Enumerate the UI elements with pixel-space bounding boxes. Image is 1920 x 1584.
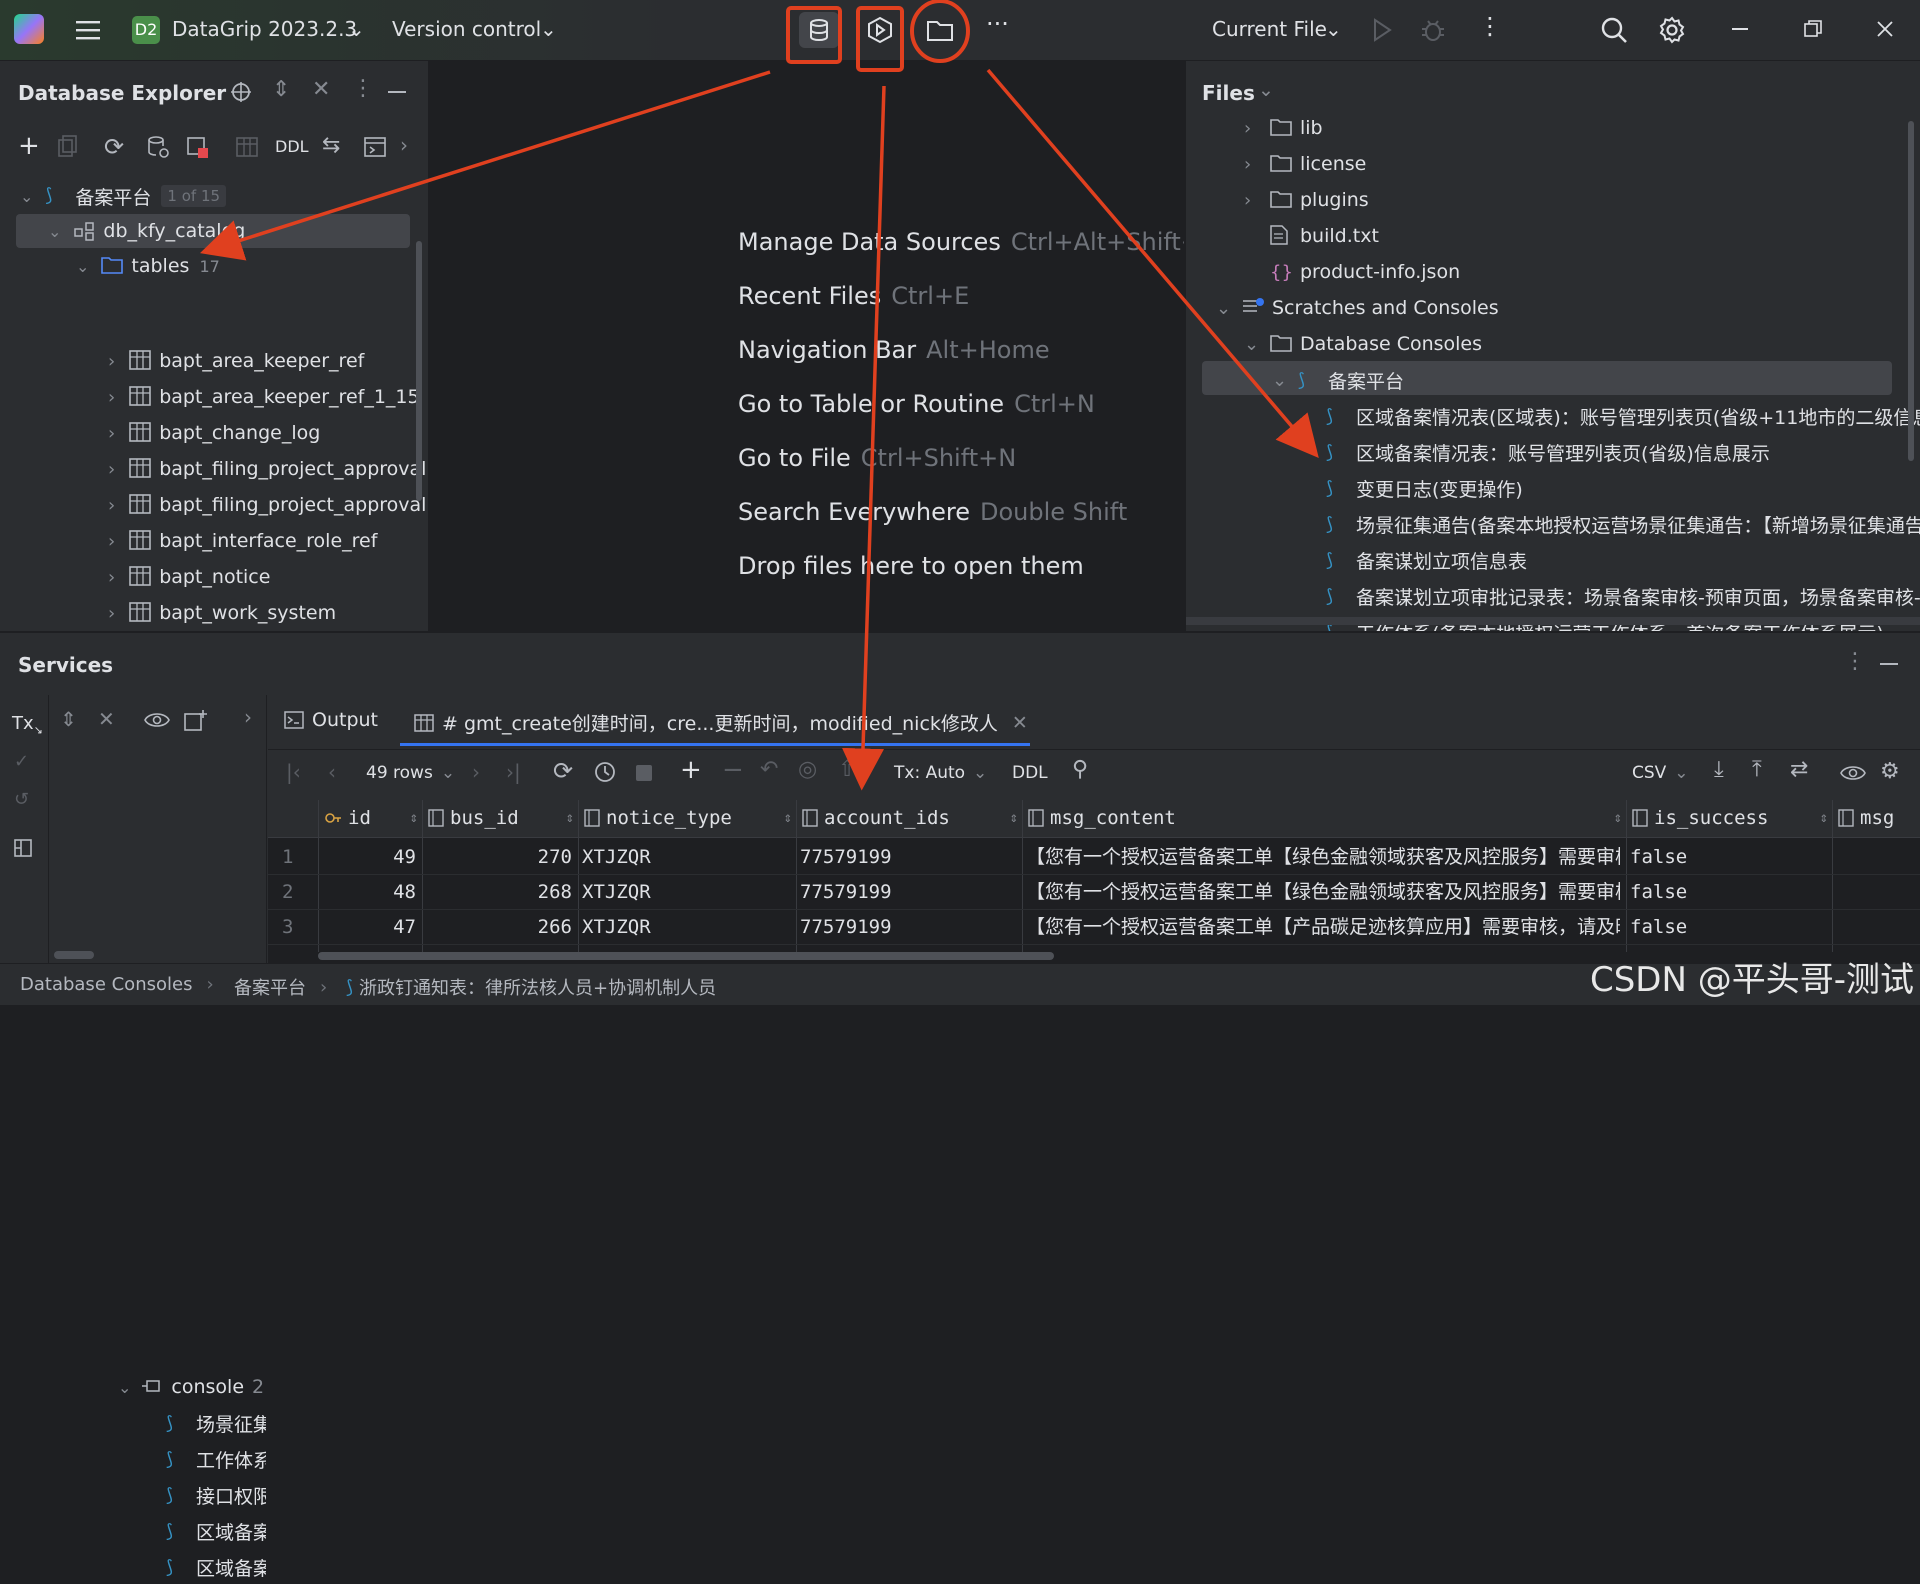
services-tree-item[interactable]: ⟆ 工作体系 bbox=[166, 1442, 266, 1476]
services-tree-label: 接口权限 bbox=[196, 1485, 266, 1508]
annotation-circle-files bbox=[910, 0, 970, 63]
services-tree-item[interactable]: ⟆ 接口权限 bbox=[166, 1478, 266, 1512]
mysql-dolphin-icon: ⟆ bbox=[166, 1485, 174, 1506]
console-session-icon bbox=[141, 1376, 163, 1398]
services-tree-item[interactable]: ⌄ console 2 bbox=[118, 1370, 264, 1404]
annotation-arrow-to-schema bbox=[199, 70, 771, 261]
annotation-arrow-to-files bbox=[986, 68, 1319, 458]
chevron-down-icon[interactable]: ⌄ bbox=[118, 1378, 131, 1397]
services-tree-label: 场景征集 bbox=[196, 1413, 266, 1436]
services-tree-label: 工作体系 bbox=[196, 1449, 266, 1472]
annotation-box-services bbox=[856, 6, 904, 72]
mysql-dolphin-icon: ⟆ bbox=[166, 1449, 174, 1470]
services-tree-item[interactable]: ⟆ 区域备案 bbox=[166, 1550, 266, 1584]
services-tree-item[interactable]: ⟆ 区域备案 bbox=[166, 1514, 266, 1548]
annotation-overlay bbox=[199, 0, 1319, 791]
mysql-dolphin-icon: ⟆ bbox=[166, 1413, 174, 1434]
console-label: console bbox=[171, 1376, 245, 1398]
services-tree-item[interactable]: ⟆ 场景征集 bbox=[166, 1406, 266, 1440]
annotation-box-database bbox=[786, 6, 842, 64]
annotation-arrow-to-grid bbox=[842, 85, 886, 791]
console-count: 2 bbox=[252, 1376, 265, 1398]
mysql-dolphin-icon: ⟆ bbox=[166, 1521, 174, 1542]
services-tree-label: 区域备案 bbox=[196, 1557, 266, 1580]
mysql-dolphin-icon: ⟆ bbox=[166, 1557, 174, 1578]
services-tree-label: 区域备案 bbox=[196, 1521, 266, 1544]
